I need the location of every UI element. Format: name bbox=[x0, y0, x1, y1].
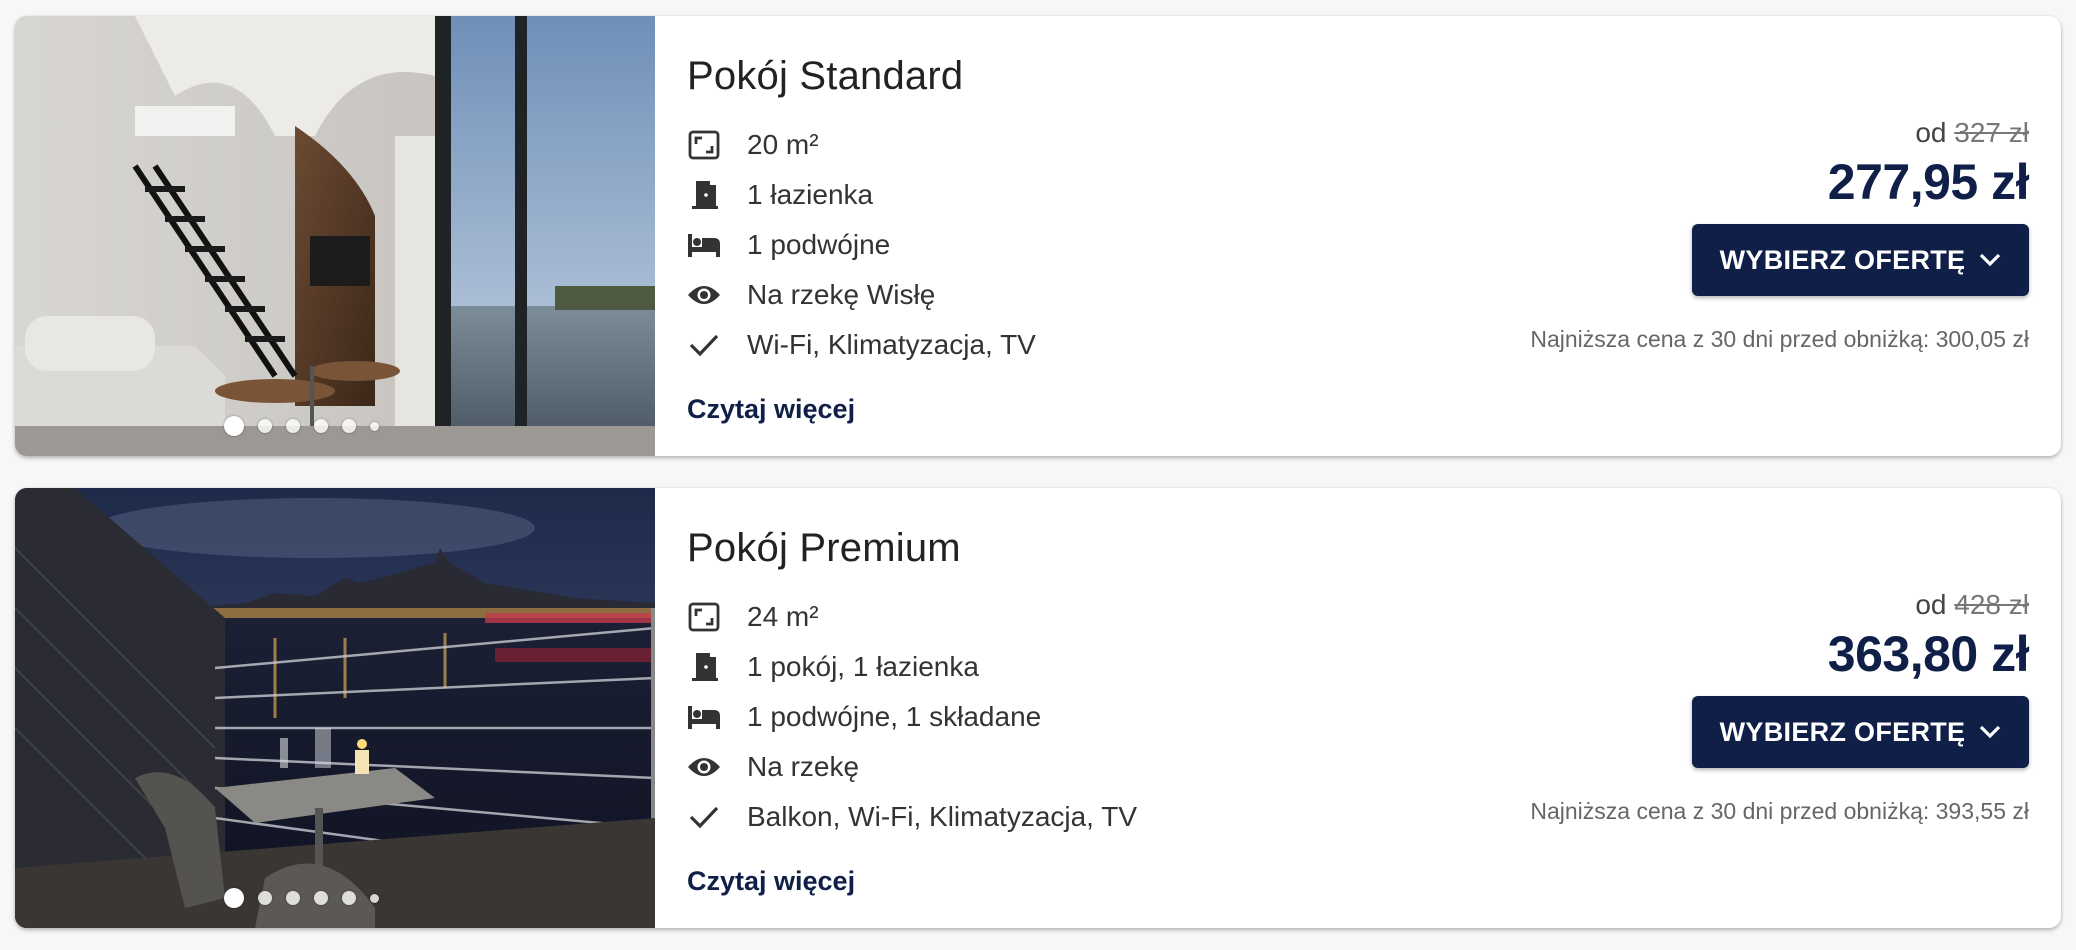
feature-rooms: 1 pokój, 1 łazienka bbox=[687, 642, 1387, 692]
photo-pagination bbox=[224, 414, 393, 438]
button-label: WYBIERZ OFERTĘ bbox=[1719, 716, 1966, 747]
feature-text: Na rzekę bbox=[747, 751, 860, 782]
feature-area: 24 m² bbox=[687, 592, 1387, 642]
room-title: Pokój Premium bbox=[687, 526, 961, 570]
photo-dot[interactable] bbox=[342, 419, 356, 433]
feature-text: 1 łazienka bbox=[747, 179, 874, 210]
check-icon bbox=[687, 800, 721, 834]
room-title: Pokój Standard bbox=[687, 54, 964, 98]
lowest-price-note: Najniższa cena z 30 dni przed obniżką: 3… bbox=[1530, 326, 2029, 352]
room-photo-carousel[interactable] bbox=[15, 488, 655, 928]
price-prefix: od bbox=[1915, 117, 1947, 148]
old-price: 428 zł bbox=[1954, 589, 2029, 620]
bed-icon bbox=[687, 228, 721, 262]
feature-text: 1 podwójne, 1 składane bbox=[747, 701, 1042, 732]
feature-area: 20 m² bbox=[687, 120, 1387, 170]
price-from: od 327 zł bbox=[1409, 116, 2029, 150]
photo-dot[interactable] bbox=[370, 893, 379, 903]
feature-amenities: Balkon, Wi-Fi, Klimatyzacja, TV bbox=[687, 792, 1387, 842]
chevron-down-icon bbox=[1979, 253, 2001, 267]
photo-dot[interactable] bbox=[342, 891, 356, 905]
bed-icon bbox=[687, 700, 721, 734]
room-photo bbox=[15, 488, 655, 928]
feature-text: Wi-Fi, Klimatyzacja, TV bbox=[747, 329, 1036, 360]
current-price: 277,95 zł bbox=[1827, 154, 2030, 210]
feature-text: 1 pokój, 1 łazienka bbox=[747, 651, 979, 682]
area-icon bbox=[687, 600, 721, 634]
feature-beds: 1 podwójne bbox=[687, 220, 1387, 270]
room-info: Pokój Standard 20 m² 1 łazienka 1 podwój… bbox=[687, 52, 1387, 425]
feature-text: 1 podwójne bbox=[747, 229, 891, 260]
photo-dot[interactable] bbox=[258, 419, 272, 433]
room-info: Pokój Premium 24 m² 1 pokój, 1 łazienka … bbox=[687, 524, 1387, 897]
feature-text: 24 m² bbox=[747, 601, 819, 632]
price-box: od 327 zł 277,95 zł WYBIERZ OFERTĘ Najni… bbox=[1409, 116, 2029, 353]
price-box: od 428 zł 363,80 zł WYBIERZ OFERTĘ Najni… bbox=[1409, 588, 2029, 825]
choose-offer-button[interactable]: WYBIERZ OFERTĘ bbox=[1692, 224, 2029, 296]
read-more-link[interactable]: Czytaj więcej bbox=[687, 394, 855, 425]
eye-icon bbox=[687, 750, 721, 784]
price-from: od 428 zł bbox=[1409, 588, 2029, 622]
feature-text: 20 m² bbox=[747, 129, 819, 160]
check-icon bbox=[687, 328, 721, 362]
feature-view: Na rzekę bbox=[687, 742, 1387, 792]
choose-offer-button[interactable]: WYBIERZ OFERTĘ bbox=[1692, 696, 2029, 768]
read-more-link[interactable]: Czytaj więcej bbox=[687, 866, 855, 897]
feature-text: Balkon, Wi-Fi, Klimatyzacja, TV bbox=[747, 801, 1138, 832]
room-list: Pokój Standard 20 m² 1 łazienka 1 podwój… bbox=[0, 0, 2076, 950]
photo-pagination bbox=[224, 886, 393, 910]
current-price: 363,80 zł bbox=[1827, 626, 2030, 682]
door-icon bbox=[687, 178, 721, 212]
room-photo-carousel[interactable] bbox=[15, 16, 655, 456]
door-icon bbox=[687, 650, 721, 684]
feature-beds: 1 podwójne, 1 składane bbox=[687, 692, 1387, 742]
feature-view: Na rzekę Wisłę bbox=[687, 270, 1387, 320]
photo-dot[interactable] bbox=[314, 419, 328, 433]
room-card-standard: Pokój Standard 20 m² 1 łazienka 1 podwój… bbox=[15, 16, 2061, 456]
eye-icon bbox=[687, 278, 721, 312]
photo-dot[interactable] bbox=[258, 891, 272, 905]
photo-dot[interactable] bbox=[286, 419, 300, 433]
photo-dot[interactable] bbox=[224, 416, 244, 436]
price-prefix: od bbox=[1915, 589, 1947, 620]
lowest-price-note: Najniższa cena z 30 dni przed obniżką: 3… bbox=[1530, 798, 2029, 824]
button-label: WYBIERZ OFERTĘ bbox=[1719, 244, 1966, 275]
room-photo bbox=[15, 16, 655, 456]
photo-dot[interactable] bbox=[370, 421, 379, 431]
photo-dot[interactable] bbox=[224, 888, 244, 908]
feature-amenities: Wi-Fi, Klimatyzacja, TV bbox=[687, 320, 1387, 370]
feature-text: Na rzekę Wisłę bbox=[747, 279, 936, 310]
area-icon bbox=[687, 128, 721, 162]
room-card-premium: Pokój Premium 24 m² 1 pokój, 1 łazienka … bbox=[15, 488, 2061, 928]
old-price: 327 zł bbox=[1954, 117, 2029, 148]
photo-dot[interactable] bbox=[286, 891, 300, 905]
feature-bathroom: 1 łazienka bbox=[687, 170, 1387, 220]
photo-dot[interactable] bbox=[314, 891, 328, 905]
chevron-down-icon bbox=[1979, 725, 2001, 739]
